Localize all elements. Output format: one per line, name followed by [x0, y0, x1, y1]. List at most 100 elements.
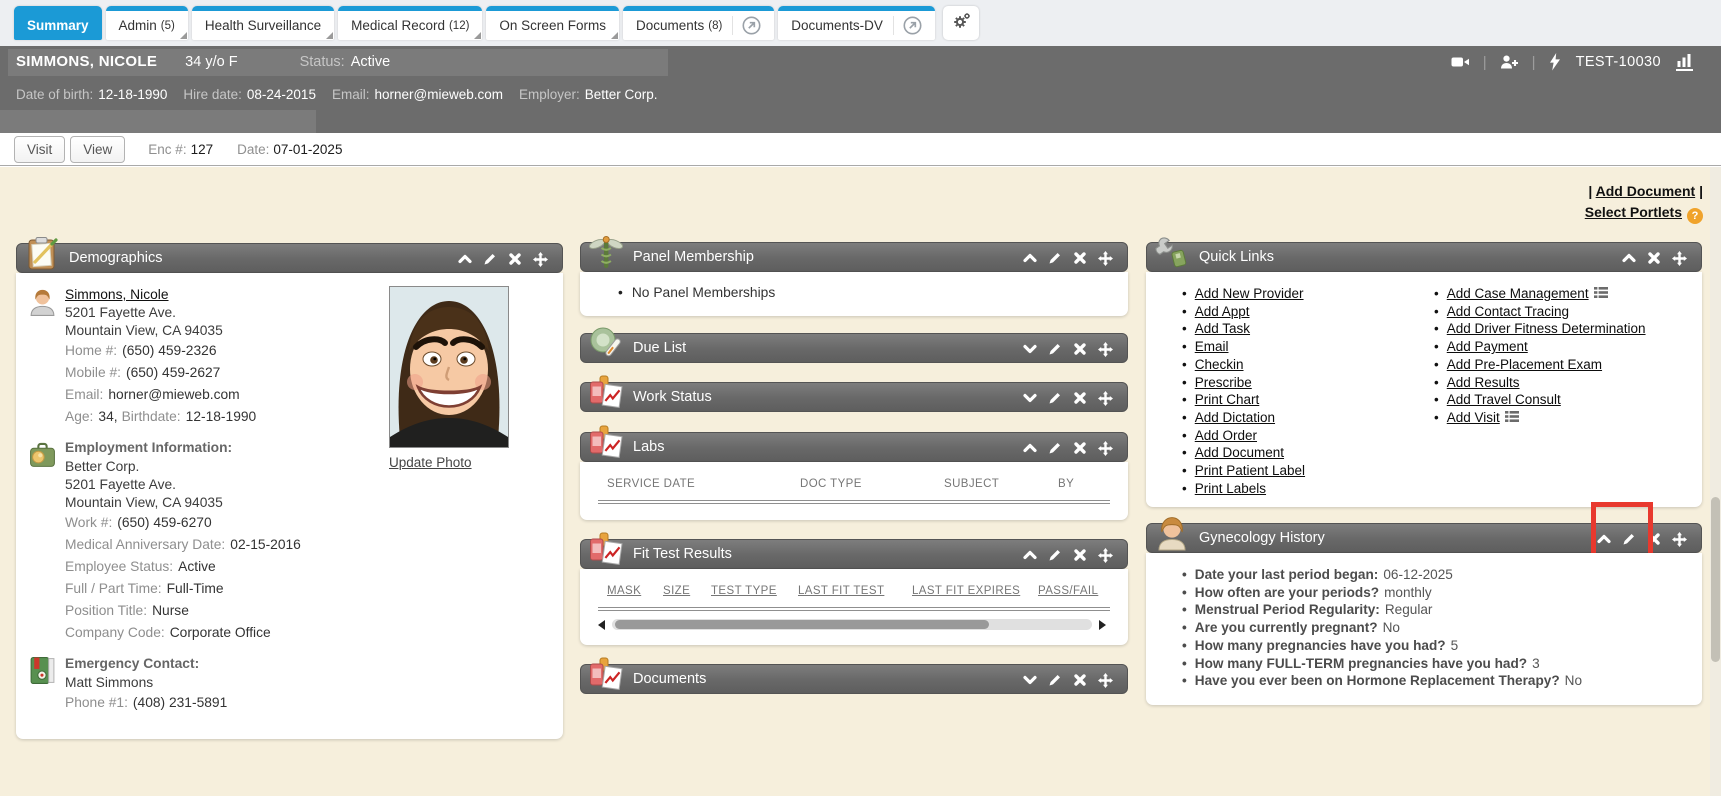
close-icon[interactable]: [1647, 532, 1661, 547]
quick-link-add-appt[interactable]: Add Appt: [1195, 303, 1250, 321]
quick-link-add-dictation[interactable]: Add Dictation: [1195, 409, 1275, 427]
column-header-size[interactable]: SIZE: [663, 585, 690, 597]
close-icon[interactable]: [1073, 251, 1087, 266]
quick-link-print-patient-label[interactable]: Print Patient Label: [1195, 462, 1305, 480]
portlet-header-quick-links[interactable]: Quick Links: [1146, 242, 1702, 272]
bar-chart-icon[interactable]: [1676, 53, 1693, 71]
quick-link-add-travel-consult[interactable]: Add Travel Consult: [1447, 391, 1561, 409]
expand-icon[interactable]: [1023, 391, 1037, 406]
tab-admin[interactable]: Admin(5): [106, 6, 188, 40]
close-icon[interactable]: [1647, 251, 1661, 266]
quick-link-add-order[interactable]: Add Order: [1195, 427, 1257, 445]
edit-icon[interactable]: [1048, 251, 1062, 266]
column-header-test-type[interactable]: TEST TYPE: [711, 585, 777, 597]
portlet-header-due-list[interactable]: Due List: [580, 333, 1128, 363]
close-icon[interactable]: [1073, 441, 1087, 456]
portlet-header-demographics[interactable]: Demographics: [16, 243, 563, 273]
close-icon[interactable]: [1073, 342, 1087, 357]
quick-link-add-new-provider[interactable]: Add New Provider: [1195, 285, 1304, 303]
move-icon[interactable]: [1098, 391, 1113, 406]
quick-link-add-driver-fitness-determination[interactable]: Add Driver Fitness Determination: [1447, 320, 1646, 338]
close-icon[interactable]: [1073, 391, 1087, 406]
list-item-text: No Panel Memberships: [632, 284, 775, 302]
expand-icon[interactable]: [1023, 673, 1037, 688]
collapse-icon[interactable]: [1023, 251, 1037, 266]
quick-link-print-chart[interactable]: Print Chart: [1195, 391, 1260, 409]
field-label: Date of birth:: [16, 87, 93, 102]
move-icon[interactable]: [533, 252, 548, 267]
portlet-header-panel-membership[interactable]: Panel Membership: [580, 242, 1128, 272]
tab-documents-dv[interactable]: Documents-DV: [778, 6, 935, 40]
quick-link-add-task[interactable]: Add Task: [1195, 320, 1250, 338]
tab-settings-button[interactable]: [943, 6, 979, 40]
move-icon[interactable]: [1098, 251, 1113, 266]
view-button[interactable]: View: [70, 136, 125, 163]
quick-link-add-document[interactable]: Add Document: [1195, 444, 1284, 462]
edit-icon[interactable]: [1622, 532, 1636, 547]
close-icon[interactable]: [508, 252, 522, 267]
scroll-left-icon[interactable]: [598, 620, 605, 630]
video-camera-icon[interactable]: [1451, 54, 1470, 70]
column-header-mask[interactable]: MASK: [607, 585, 641, 597]
quick-link-add-contact-tracing[interactable]: Add Contact Tracing: [1447, 303, 1569, 321]
portlet-header-gynecology-history[interactable]: Gynecology History: [1146, 523, 1702, 553]
add-person-icon[interactable]: [1500, 54, 1519, 70]
quick-link-add-payment[interactable]: Add Payment: [1447, 338, 1528, 356]
page-scrollbar[interactable]: [1710, 167, 1721, 796]
visit-button[interactable]: Visit: [14, 136, 65, 163]
add-document-link[interactable]: Add Document: [1596, 183, 1696, 199]
quick-link-add-results[interactable]: Add Results: [1447, 374, 1520, 392]
edit-icon[interactable]: [1048, 342, 1062, 357]
scrollbar-thumb[interactable]: [615, 620, 989, 629]
scrollbar-track[interactable]: [612, 619, 1092, 630]
close-icon[interactable]: [1073, 673, 1087, 688]
collapse-icon[interactable]: [1597, 532, 1611, 547]
page-scrollbar-thumb[interactable]: [1711, 497, 1720, 662]
quick-link-add-pre-placement-exam[interactable]: Add Pre-Placement Exam: [1447, 356, 1602, 374]
move-icon[interactable]: [1098, 441, 1113, 456]
portlet-header-documents[interactable]: Documents: [580, 664, 1128, 694]
lightning-icon[interactable]: [1549, 53, 1561, 71]
close-icon[interactable]: [1073, 548, 1087, 563]
tab-medical-record[interactable]: Medical Record(12): [338, 6, 482, 40]
tab-health-surveillance[interactable]: Health Surveillance: [192, 6, 334, 40]
move-icon[interactable]: [1098, 548, 1113, 563]
portlet-header-labs[interactable]: Labs: [580, 432, 1128, 462]
column-header-last-fit-expires[interactable]: LAST FIT EXPIRES: [912, 585, 1020, 597]
column-header-last-fit-test[interactable]: LAST FIT TEST: [798, 585, 884, 597]
select-portlets-link[interactable]: Select Portlets: [1585, 204, 1682, 220]
move-icon[interactable]: [1098, 673, 1113, 688]
move-icon[interactable]: [1098, 342, 1113, 357]
edit-icon[interactable]: [483, 252, 497, 267]
move-icon[interactable]: [1672, 251, 1687, 266]
portlet-header-work-status[interactable]: Work Status: [580, 382, 1128, 412]
collapse-icon[interactable]: [1023, 441, 1037, 456]
tab-summary[interactable]: Summary: [14, 6, 102, 40]
quick-link-add-case-management[interactable]: Add Case Management: [1447, 285, 1589, 303]
quick-link-checkin[interactable]: Checkin: [1195, 356, 1244, 374]
edit-icon[interactable]: [1048, 673, 1062, 688]
edit-icon[interactable]: [1048, 548, 1062, 563]
portlet-header-fit-test-results[interactable]: Fit Test Results: [580, 539, 1128, 569]
quick-link-add-visit[interactable]: Add Visit: [1447, 409, 1500, 427]
patient-name-link[interactable]: Simmons, Nicole: [65, 287, 169, 302]
help-icon[interactable]: ?: [1687, 208, 1703, 224]
quick-link-prescribe[interactable]: Prescribe: [1195, 374, 1252, 392]
collapse-icon[interactable]: [1622, 251, 1636, 266]
edit-icon[interactable]: [1048, 391, 1062, 406]
quick-link-email[interactable]: Email: [1195, 338, 1229, 356]
scroll-right-icon[interactable]: [1099, 620, 1106, 630]
column-header-pass-fail[interactable]: PASS/FAIL: [1038, 585, 1098, 597]
tab-on-screen-forms[interactable]: On Screen Forms: [486, 6, 619, 40]
popout-icon[interactable]: [732, 16, 761, 35]
edit-icon[interactable]: [1048, 441, 1062, 456]
collapse-icon[interactable]: [1023, 548, 1037, 563]
move-icon[interactable]: [1672, 532, 1687, 547]
update-photo-link[interactable]: Update Photo: [389, 455, 472, 470]
field-label: Phone #1:: [65, 695, 128, 710]
tab-documents[interactable]: Documents(8): [623, 6, 774, 40]
collapse-icon[interactable]: [458, 252, 472, 267]
popout-icon[interactable]: [893, 16, 922, 35]
quick-link-print-labels[interactable]: Print Labels: [1195, 480, 1266, 498]
expand-icon[interactable]: [1023, 342, 1037, 357]
